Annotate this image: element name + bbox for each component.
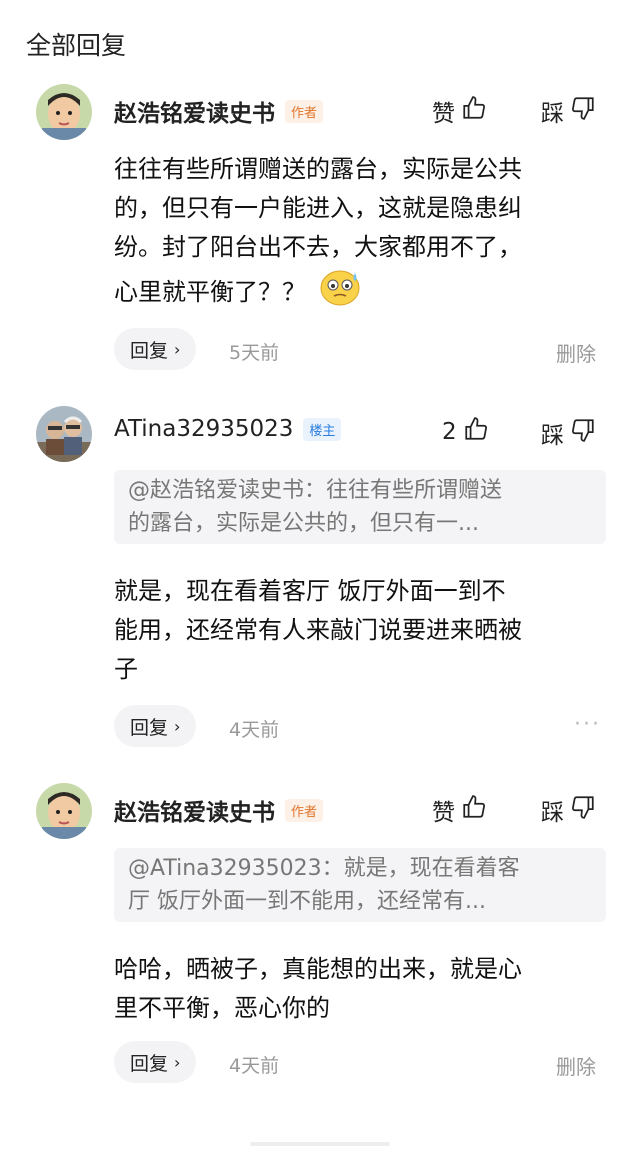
timestamp: 4天前 xyxy=(229,1055,280,1077)
username-text: ATina32935023 xyxy=(114,416,294,442)
quote-line: @赵浩铭爱读史书：往往有些所谓赠送 xyxy=(128,478,503,503)
timestamp: 5天前 xyxy=(229,342,280,364)
reply-button[interactable]: 回复 › xyxy=(114,705,197,747)
avatar[interactable] xyxy=(36,783,92,839)
username[interactable]: 赵浩铭爱读史书 作者 xyxy=(114,94,324,128)
dislike-label: 踩 xyxy=(541,101,564,127)
username-text: 赵浩铭爱读史书 xyxy=(114,101,275,127)
thumbs-down-icon xyxy=(570,794,596,826)
like-button[interactable]: 赞 xyxy=(432,94,487,128)
body-line: 里不平衡，恶心你的 xyxy=(114,994,330,1022)
avatar[interactable] xyxy=(36,84,92,140)
thumbs-up-icon xyxy=(461,95,487,127)
dislike-label: 踩 xyxy=(541,423,564,449)
body-line: 能用，还经常有人来敲门说要进来晒被 xyxy=(114,616,522,644)
reply-button[interactable]: 回复 › xyxy=(114,1041,197,1083)
quoted-reply[interactable]: @赵浩铭爱读史书：往往有些所谓赠送 的露台，实际是公共的，但只有一... xyxy=(114,470,606,544)
more-options-icon[interactable]: ··· xyxy=(574,712,601,737)
dislike-label: 踩 xyxy=(541,800,564,826)
dislike-button[interactable]: 踩 xyxy=(541,94,596,128)
body-line: 的，但只有一户能进入，这就是隐患纠 xyxy=(114,194,522,222)
comment-body: 就是，现在看着客厅 饭厅外面一到不 能用，还经常有人来敲门说要进来晒被 子 xyxy=(114,572,614,689)
body-line: 哈哈，晒被子，真能想的出来，就是心 xyxy=(114,955,522,983)
section-title: 全部回复 xyxy=(26,31,127,60)
comment-body: 往往有些所谓赠送的露台，实际是公共 的，但只有一户能进入，这就是隐患纠 纷。封了… xyxy=(114,150,614,319)
chevron-right-icon: › xyxy=(174,339,181,359)
like-label: 赞 xyxy=(432,101,455,127)
reply-label: 回复 xyxy=(130,716,169,739)
delete-button[interactable]: 删除 xyxy=(556,1051,596,1080)
body-line: 心里就平衡了？？ xyxy=(114,278,306,306)
username[interactable]: 赵浩铭爱读史书 作者 xyxy=(114,793,324,827)
body-line: 往往有些所谓赠送的露台，实际是公共 xyxy=(114,155,522,183)
like-label: 赞 xyxy=(432,800,455,826)
quote-line: 的露台，实际是公共的，但只有一... xyxy=(128,511,479,536)
like-button[interactable]: 2 xyxy=(442,416,489,448)
like-count: 2 xyxy=(442,419,457,445)
thumbs-down-icon xyxy=(570,95,596,127)
username[interactable]: ATina32935023 楼主 xyxy=(114,416,342,442)
body-line: 子 xyxy=(114,655,138,683)
reply-label: 回复 xyxy=(130,1052,169,1075)
author-badge: 作者 xyxy=(285,798,324,822)
avatar[interactable] xyxy=(36,406,92,462)
comment-body: 哈哈，晒被子，真能想的出来，就是心 里不平衡，恶心你的 xyxy=(114,950,614,1028)
body-line-last: 心里就平衡了？？ xyxy=(114,267,614,319)
dislike-button[interactable]: 踩 xyxy=(541,793,596,827)
dislike-button[interactable]: 踩 xyxy=(541,416,596,450)
thumbs-up-icon xyxy=(463,416,489,448)
author-badge: 作者 xyxy=(285,99,324,123)
username-text: 赵浩铭爱读史书 xyxy=(114,800,275,826)
reply-button[interactable]: 回复 › xyxy=(114,328,197,370)
quote-line: 厅 饭厅外面一到不能用，还经常有... xyxy=(128,889,486,914)
thumbs-down-icon xyxy=(570,417,596,449)
body-line: 就是，现在看着客厅 饭厅外面一到不 xyxy=(114,577,506,605)
quoted-reply[interactable]: @ATina32935023：就是，现在看着客 厅 饭厅外面一到不能用，还经常有… xyxy=(114,848,606,922)
body-line: 纷。封了阳台出不去，大家都用不了， xyxy=(114,233,522,261)
reply-label: 回复 xyxy=(130,339,169,362)
delete-button[interactable]: 删除 xyxy=(556,338,596,367)
bottom-handle xyxy=(250,1142,390,1146)
thumbs-up-icon xyxy=(461,794,487,826)
like-button[interactable]: 赞 xyxy=(432,793,487,827)
owner-badge: 楼主 xyxy=(303,417,342,441)
chevron-right-icon: › xyxy=(174,1052,181,1072)
sweat-smile-emoji-icon xyxy=(318,267,362,319)
chevron-right-icon: › xyxy=(174,716,181,736)
quote-line: @ATina32935023：就是，现在看着客 xyxy=(128,856,520,881)
timestamp: 4天前 xyxy=(229,719,280,741)
